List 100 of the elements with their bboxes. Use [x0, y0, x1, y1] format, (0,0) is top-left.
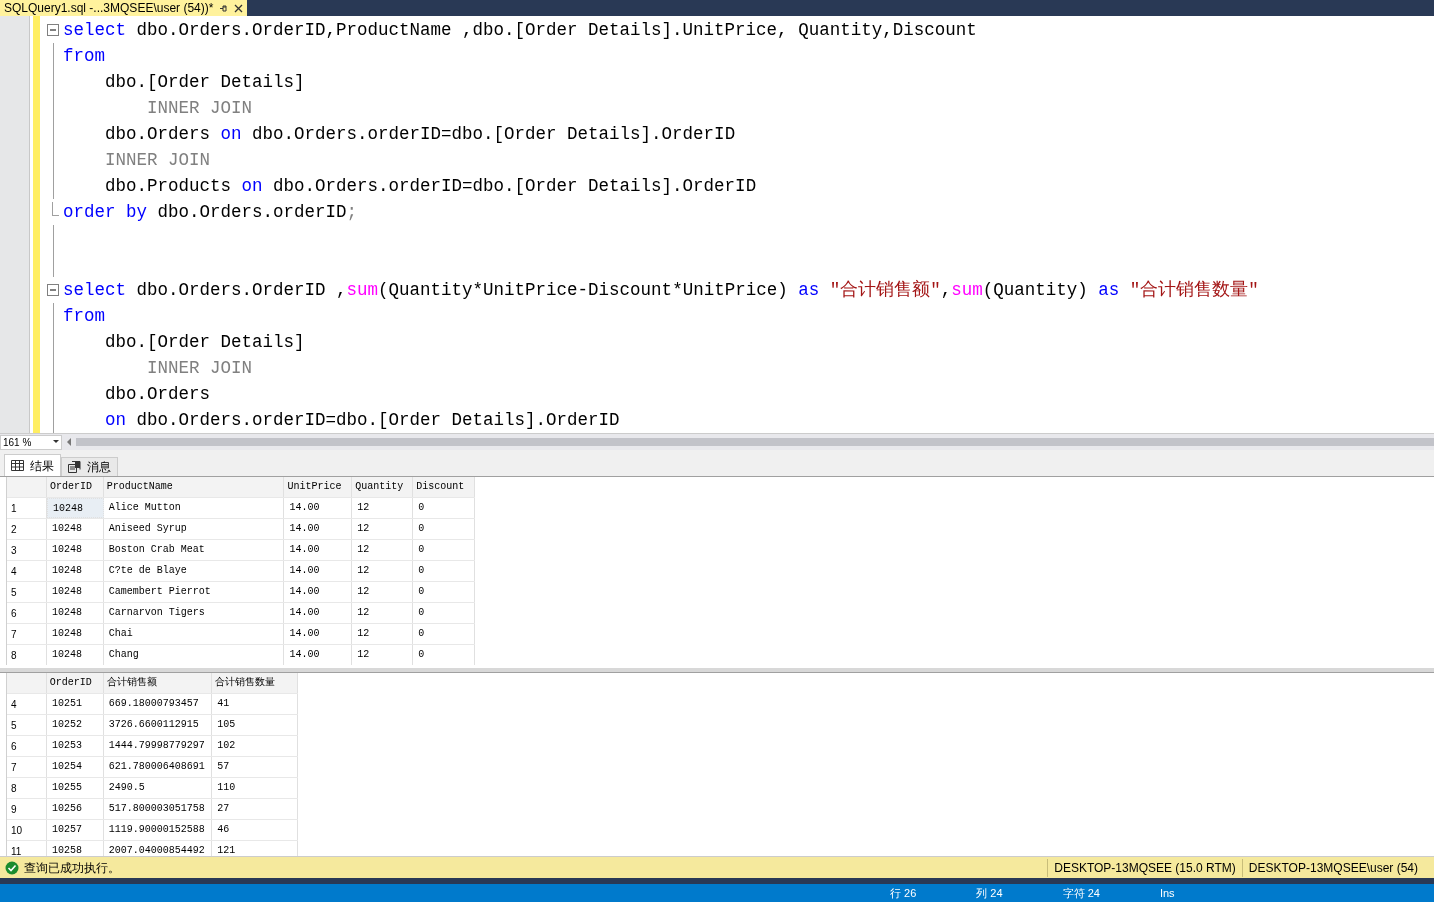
row-number: 9: [7, 799, 47, 819]
table-cell: 0: [413, 603, 475, 623]
status-message: 查询已成功执行。: [24, 859, 121, 877]
table-cell: 0: [413, 498, 475, 518]
row-number: 1: [7, 498, 47, 518]
table-cell: 10256: [46, 799, 104, 819]
table-cell: 10248: [46, 498, 104, 518]
table-cell: 10248: [46, 582, 104, 602]
table-cell: 10255: [46, 778, 104, 798]
row-number: 4: [7, 561, 47, 581]
table-cell: 10248: [46, 645, 104, 665]
column-header[interactable]: 合计销售额: [103, 673, 213, 693]
horizontal-scrollbar[interactable]: [76, 438, 1434, 446]
row-number: 2: [7, 519, 47, 539]
document-tab[interactable]: SQLQuery1.sql -...3MQSEE\user (54))*: [0, 0, 248, 16]
pin-icon[interactable]: [219, 3, 229, 13]
code-line: dbo.[Order Details]: [104, 71, 305, 94]
table-cell: 46: [212, 820, 298, 840]
result-tab[interactable]: 结果: [4, 454, 61, 476]
column-header[interactable]: Discount: [413, 477, 475, 497]
code-line: select dbo.Orders.OrderID,ProductName ,dbo.[Order Details].UnitPrice, Quantity,Discount: [63, 19, 977, 42]
row-number: 7: [7, 757, 47, 777]
row-number: 5: [7, 582, 47, 602]
table-cell: 14.00: [284, 624, 353, 644]
table-cell: 12: [352, 561, 414, 581]
column-header[interactable]: OrderID: [46, 477, 104, 497]
grid-icon: [11, 460, 24, 471]
table-cell: Carnarvon Tigers: [103, 603, 285, 623]
table-cell: 0: [413, 540, 475, 560]
code-line: select dbo.Orders.OrderID ,sum(Quantity*UnitPrice-Discount*UnitPrice) as "合计销售额",sum(Quantity) as "合计销售数量": [63, 279, 1259, 302]
table-cell: 14.00: [284, 561, 353, 581]
table-cell: 621.780006408691: [103, 757, 213, 777]
code-line: from: [63, 45, 105, 68]
table-cell: 10254: [46, 757, 104, 777]
table-cell: 14.00: [284, 645, 353, 665]
column-header[interactable]: 合计销售数量: [212, 673, 298, 693]
collapse-icon[interactable]: [47, 284, 59, 296]
table-cell: Alice Mutton: [103, 498, 285, 518]
table-cell: 669.18000793457: [103, 694, 213, 714]
table-cell: 10251: [46, 694, 104, 714]
row-number: 6: [7, 736, 47, 756]
table-cell: 12: [352, 645, 414, 665]
table-cell: C?te de Blaye: [103, 561, 285, 581]
table-cell: 14.00: [284, 603, 353, 623]
table-cell: 517.800003051758: [103, 799, 213, 819]
table-cell: 12: [352, 519, 414, 539]
table-cell: 10248: [46, 540, 104, 560]
row-number: 10: [7, 820, 47, 840]
table-cell: Chai: [103, 624, 285, 644]
table-cell: 14.00: [284, 582, 353, 602]
table-cell: 14.00: [284, 498, 353, 518]
table-cell: 12: [352, 498, 414, 518]
column-header[interactable]: ProductName: [103, 477, 285, 497]
table-cell: 2490.5: [103, 778, 213, 798]
row-number: 8: [7, 778, 47, 798]
code-line: from: [63, 305, 105, 328]
table-cell: 10248: [46, 561, 104, 581]
table-cell: 12: [352, 540, 414, 560]
row-number: 6: [7, 603, 47, 623]
column-header[interactable]: UnitPrice: [284, 477, 353, 497]
table-cell: 12: [352, 582, 414, 602]
code-line: INNER JOIN: [146, 357, 253, 380]
close-icon[interactable]: [234, 3, 244, 13]
table-cell: 10257: [46, 820, 104, 840]
table-cell: 14.00: [284, 540, 353, 560]
table-cell: 14.00: [284, 519, 353, 539]
table-cell: 0: [413, 624, 475, 644]
scroll-left-icon[interactable]: [66, 438, 72, 446]
table-cell: 1119.90000152588: [103, 820, 213, 840]
collapse-icon[interactable]: [47, 24, 59, 36]
connection-name: DESKTOP-13MQSEE\user (54): [1241, 858, 1424, 877]
table-cell: 1444.79998779297: [103, 736, 213, 756]
table-cell: 10248: [46, 519, 104, 539]
table-cell: 12: [352, 624, 414, 644]
code-line: on dbo.Orders.orderID=dbo.[Order Details].OrderID: [104, 409, 620, 432]
zoom-dropdown[interactable]: 161 %: [0, 434, 62, 450]
code-line: INNER JOIN: [104, 149, 211, 172]
column-header[interactable]: OrderID: [46, 673, 104, 693]
table-cell: 27: [212, 799, 298, 819]
document-icon: [68, 461, 81, 473]
row-number: 3: [7, 540, 47, 560]
result-tab[interactable]: 消息: [61, 457, 118, 476]
column-header[interactable]: Quantity: [352, 477, 414, 497]
table-cell: 10253: [46, 736, 104, 756]
table-cell: 41: [212, 694, 298, 714]
table-cell: Aniseed Syrup: [103, 519, 285, 539]
editor-status-item: Ins: [1159, 886, 1175, 900]
table-cell: 110: [212, 778, 298, 798]
table-cell: 12: [352, 603, 414, 623]
table-cell: 0: [413, 582, 475, 602]
table-cell: 3726.6600112915: [103, 715, 213, 735]
code-line: dbo.Products on dbo.Orders.orderID=dbo.[Order Details].OrderID: [104, 175, 757, 198]
editor-status-item: 行 26: [890, 886, 917, 900]
row-number: 4: [7, 694, 47, 714]
table-cell: Camembert Pierrot: [103, 582, 285, 602]
table-cell: 0: [413, 519, 475, 539]
code-line: dbo.[Order Details]: [104, 331, 305, 354]
table-cell: 10248: [46, 624, 104, 644]
code-line: INNER JOIN: [146, 97, 253, 120]
code-line: dbo.Orders on dbo.Orders.orderID=dbo.[Order Details].OrderID: [104, 123, 736, 146]
